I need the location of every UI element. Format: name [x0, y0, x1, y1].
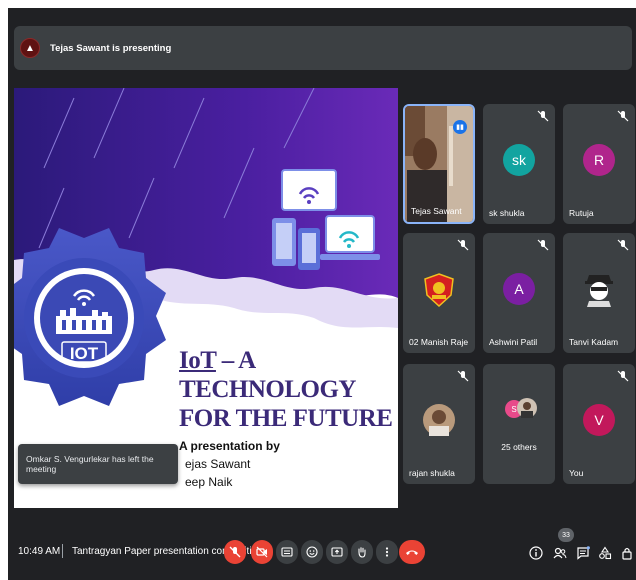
participant-tile-tejas[interactable]: ▮▮ Tejas Sawant	[403, 104, 475, 224]
activities-icon	[599, 546, 612, 560]
logo-text: IOT	[70, 344, 99, 363]
slide-byline: A presentation by	[179, 439, 280, 453]
people-button[interactable]	[553, 546, 567, 560]
presenter-avatar: ▲	[20, 38, 40, 58]
speaking-indicator-icon: ▮▮	[453, 120, 467, 134]
mic-off-icon	[457, 370, 469, 382]
participant-tile-ashwini-patil[interactable]: A Ashwini Patil	[483, 233, 555, 353]
participant-name: Ashwini Patil	[489, 337, 538, 347]
others-count: 25 others	[501, 442, 537, 452]
slide-presenter-2: eep Naik	[185, 475, 233, 489]
mic-off-icon	[617, 239, 629, 251]
avatar-photo	[423, 404, 455, 436]
captions-button[interactable]	[276, 540, 298, 564]
participant-tile-tanvi-kadam[interactable]: Tanvi Kadam	[563, 233, 635, 353]
leave-call-button[interactable]	[399, 540, 425, 564]
hang-up-icon	[406, 550, 418, 555]
presenting-text: Tejas Sawant is presenting	[50, 42, 172, 54]
camera-toggle-button[interactable]	[251, 540, 273, 564]
slide-presenter-1: ejas Sawant	[185, 457, 251, 471]
presenting-banner: ▲ Tejas Sawant is presenting	[14, 26, 632, 70]
participant-tile-rutuja[interactable]: R Rutuja	[563, 104, 635, 224]
raise-hand-button[interactable]	[351, 540, 373, 564]
participant-tile-others[interactable]: S 25 others	[483, 364, 555, 484]
host-controls-button[interactable]	[620, 546, 634, 560]
avatar-photo	[517, 398, 537, 418]
mic-off-icon	[229, 546, 241, 558]
participant-name: Rutuja	[569, 208, 594, 218]
more-options-button[interactable]	[376, 540, 398, 564]
chat-icon	[577, 546, 590, 560]
participant-tile-manish-raje[interactable]: 02 Manish Raje	[403, 233, 475, 353]
avatar: V	[583, 404, 615, 436]
hacker-avatar-icon	[585, 275, 613, 307]
participant-tile-rajan-shukla[interactable]: rajan shukla	[403, 364, 475, 484]
avatar: R	[583, 144, 615, 176]
present-screen-icon	[331, 547, 343, 557]
emoji-icon	[306, 546, 318, 558]
activities-button[interactable]	[598, 546, 612, 560]
slide-title: IoT – A TECHNOLOGY FOR THE FUTURE	[179, 346, 394, 433]
participant-name: sk shukla	[489, 208, 525, 218]
participant-name: 02 Manish Raje	[409, 337, 469, 347]
meeting-time: 10:49 AM	[18, 546, 61, 557]
participant-name: rajan shukla	[409, 468, 455, 478]
present-now-button[interactable]	[326, 540, 348, 564]
meeting-details-button[interactable]	[529, 546, 543, 560]
left-meeting-toast: Omkar S. Vengurlekar has left the meetin…	[18, 444, 178, 484]
reactions-button[interactable]	[301, 540, 323, 564]
people-icon	[553, 547, 567, 559]
club-crest-avatar-icon	[424, 273, 454, 307]
participant-tile-you[interactable]: V You	[563, 364, 635, 484]
iot-gear-logo: IOT	[14, 228, 166, 406]
participant-name: Tanvi Kadam	[569, 337, 619, 347]
lock-person-icon	[622, 547, 632, 560]
mic-off-icon	[617, 370, 629, 382]
mic-off-icon	[457, 239, 469, 251]
divider	[62, 544, 63, 558]
participant-name: Tejas Sawant	[411, 206, 462, 216]
slide-title-iot: IoT	[179, 347, 216, 374]
participant-count-badge: 33	[558, 528, 574, 542]
mic-toggle-button[interactable]	[224, 540, 246, 564]
bottom-control-bar: 10:49 AM Tantragyan Paper presentation c…	[8, 528, 636, 580]
more-vert-icon	[385, 547, 389, 557]
meet-window: ▲ Tejas Sawant is presenting IOT IoT – A…	[8, 8, 636, 580]
captions-icon	[281, 547, 293, 557]
mic-off-icon	[537, 110, 549, 122]
mic-off-icon	[617, 110, 629, 122]
hand-icon	[358, 547, 366, 558]
camera-off-icon	[256, 546, 268, 558]
mic-off-icon	[537, 239, 549, 251]
participant-tile-sk-shukla[interactable]: sk sk shukla	[483, 104, 555, 224]
info-icon	[529, 546, 543, 560]
chat-button[interactable]	[576, 546, 590, 560]
participant-name: You	[569, 468, 584, 478]
avatar: sk	[503, 144, 535, 176]
avatar: A	[503, 273, 535, 305]
